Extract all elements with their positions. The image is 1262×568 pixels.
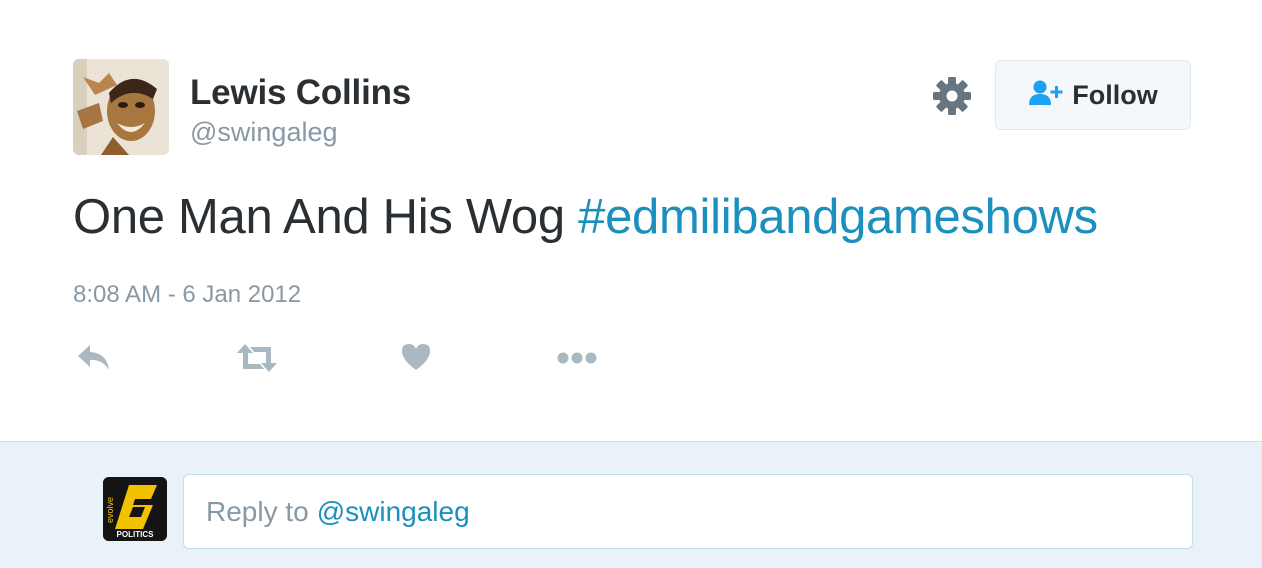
gear-icon[interactable] bbox=[931, 75, 973, 117]
tweet-text: One Man And His Wog #edmilibandgameshows bbox=[73, 189, 1098, 245]
author-handle[interactable]: @swingaleg bbox=[190, 117, 338, 148]
reply-prefix: Reply to bbox=[206, 495, 309, 527]
add-user-icon bbox=[1028, 79, 1064, 112]
author-avatar-image bbox=[73, 59, 169, 155]
tweet-timestamp[interactable]: 8:08 AM - 6 Jan 2012 bbox=[73, 281, 301, 309]
tweet-body: One Man And His Wog bbox=[73, 190, 565, 244]
more-icon[interactable] bbox=[556, 350, 598, 366]
retweet-icon[interactable] bbox=[236, 342, 278, 374]
reply-mention: @swingaleg bbox=[316, 495, 470, 527]
author-name[interactable]: Lewis Collins bbox=[190, 73, 411, 113]
svg-text:evolve: evolve bbox=[105, 497, 115, 523]
user-avatar[interactable]: POLITICS evolve bbox=[103, 477, 167, 541]
heart-icon[interactable] bbox=[400, 341, 432, 373]
follow-label: Follow bbox=[1072, 79, 1158, 110]
reply-input[interactable]: Reply to @swingaleg bbox=[183, 474, 1193, 549]
reply-icon[interactable] bbox=[76, 342, 112, 374]
tweet-card: Lewis Collins @swingaleg Follow One Man … bbox=[0, 0, 1262, 441]
reply-bar: POLITICS evolve Reply to @swingaleg bbox=[0, 441, 1262, 568]
hashtag-link[interactable]: #edmilibandgameshows bbox=[578, 190, 1098, 244]
evolve-politics-logo: POLITICS evolve bbox=[103, 477, 167, 541]
svg-text:POLITICS: POLITICS bbox=[117, 530, 155, 539]
follow-button[interactable]: Follow bbox=[995, 60, 1191, 130]
author-avatar[interactable] bbox=[73, 59, 169, 155]
